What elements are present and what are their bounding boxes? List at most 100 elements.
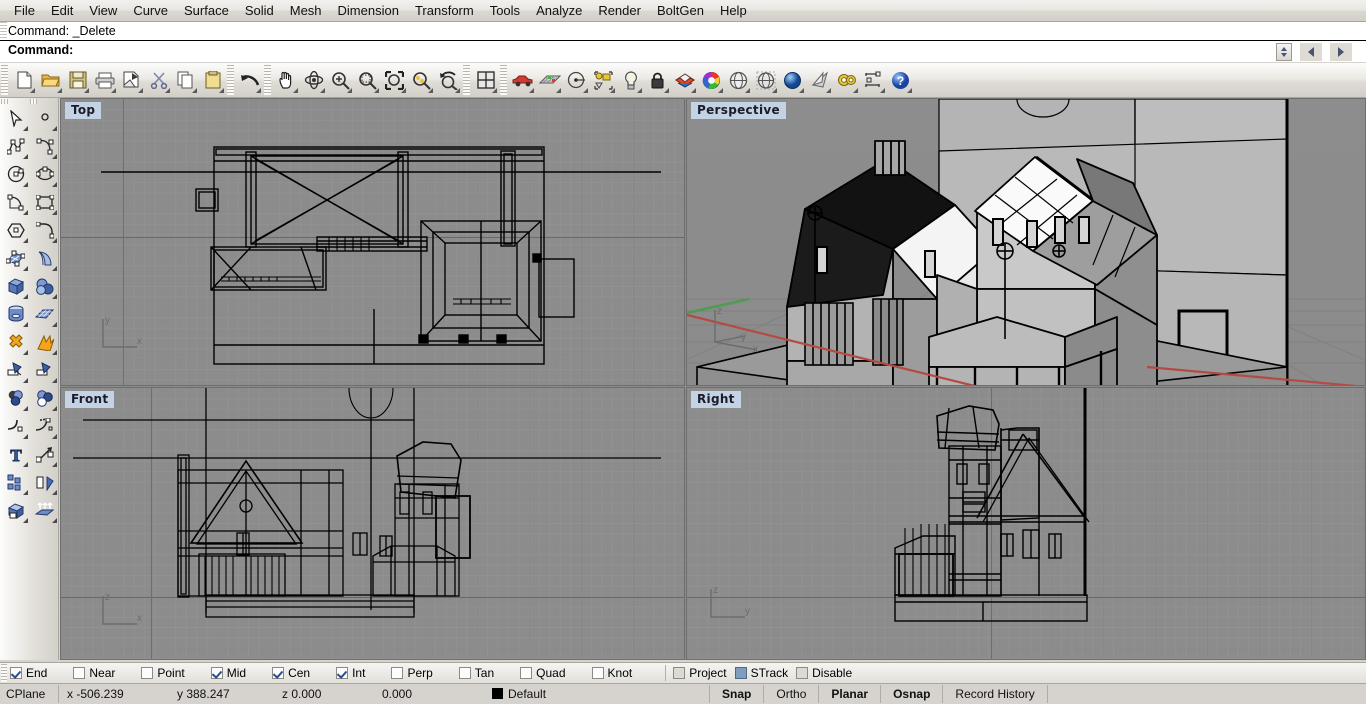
circle-point-icon[interactable]	[563, 66, 590, 94]
mirror-icon[interactable]	[30, 468, 59, 496]
osnap-toggle-quad[interactable]: Quad	[520, 666, 565, 680]
viewport-top[interactable]: y x Top	[60, 98, 685, 386]
group-objects-icon[interactable]	[590, 66, 617, 94]
arc-icon[interactable]	[1, 188, 30, 216]
command-line[interactable]: Command:	[0, 40, 1366, 62]
scale-transform-icon[interactable]	[30, 440, 59, 468]
layers-icon[interactable]	[671, 66, 698, 94]
command-scroll-left[interactable]	[1300, 43, 1322, 61]
checkbox-icon[interactable]	[735, 667, 747, 679]
menu-item-render[interactable]: Render	[590, 1, 649, 20]
osnap-toggle-cen[interactable]: Cen	[272, 666, 310, 680]
scissors-cut-icon[interactable]	[145, 66, 172, 94]
array-icon[interactable]	[1, 468, 30, 496]
menu-item-view[interactable]: View	[81, 1, 125, 20]
curve-fillet-icon[interactable]	[30, 216, 59, 244]
zoom-window-icon[interactable]	[354, 66, 381, 94]
checkbox-icon[interactable]	[336, 667, 348, 679]
toolbar-grip[interactable]	[1, 65, 8, 95]
zoom-extents-icon[interactable]	[381, 66, 408, 94]
menu-item-curve[interactable]: Curve	[125, 1, 176, 20]
surface-sweep-icon[interactable]	[30, 244, 59, 272]
viewport-label-front[interactable]: Front	[65, 391, 114, 408]
osnap-toggle-tan[interactable]: Tan	[459, 666, 494, 680]
box-solid-icon[interactable]	[1, 272, 30, 300]
viewport-label-right[interactable]: Right	[691, 391, 741, 408]
menu-item-edit[interactable]: Edit	[43, 1, 81, 20]
help-icon[interactable]: ?	[887, 66, 914, 94]
polyline-icon[interactable]	[1, 132, 30, 160]
dimension-icon[interactable]	[860, 66, 887, 94]
rectangle-icon[interactable]	[30, 188, 59, 216]
checkbox-icon[interactable]	[459, 667, 471, 679]
menu-item-transform[interactable]: Transform	[407, 1, 482, 20]
menu-item-dimension[interactable]: Dimension	[330, 1, 407, 20]
checkbox-icon[interactable]	[272, 667, 284, 679]
current-layer[interactable]: Default	[484, 687, 554, 701]
boolean-sets-icon[interactable]	[1, 384, 30, 412]
cap-solid-icon[interactable]	[1, 496, 30, 524]
command-history-spinner[interactable]	[1276, 43, 1292, 61]
osnap-toggle-mid[interactable]: Mid	[211, 666, 246, 680]
status-toggle-record-history[interactable]: Record History	[943, 687, 1046, 701]
sphere-shaded-icon[interactable]	[779, 66, 806, 94]
menu-item-file[interactable]: File	[6, 1, 43, 20]
zoom-selected-icon[interactable]	[408, 66, 435, 94]
explode-icon[interactable]	[30, 328, 59, 356]
command-scroll-right[interactable]	[1330, 43, 1352, 61]
menu-item-surface[interactable]: Surface	[176, 1, 237, 20]
menu-item-tools[interactable]: Tools	[482, 1, 528, 20]
polygon-icon[interactable]	[1, 216, 30, 244]
status-toggle-snap[interactable]: Snap	[710, 687, 763, 701]
checkbox-icon[interactable]	[520, 667, 532, 679]
trim-icon[interactable]	[1, 356, 30, 384]
viewport-front[interactable]: z x Front	[60, 387, 685, 660]
sphere-ghosted-icon[interactable]	[752, 66, 779, 94]
osnap-toggle-disable[interactable]: Disable	[796, 666, 852, 680]
osnap-toggle-knot[interactable]: Knot	[592, 666, 633, 680]
surface-mesh-icon[interactable]	[30, 300, 59, 328]
copy-icon[interactable]	[172, 66, 199, 94]
osnap-toggle-project[interactable]: Project	[673, 666, 726, 680]
boolean-union-icon[interactable]	[1, 328, 30, 356]
options-gear-icon[interactable]	[833, 66, 860, 94]
cylinder-icon[interactable]	[1, 300, 30, 328]
menu-item-solid[interactable]: Solid	[237, 1, 282, 20]
pan-hand-icon[interactable]	[273, 66, 300, 94]
viewport-label-perspective[interactable]: Perspective	[691, 102, 786, 119]
osnap-grip[interactable]	[1, 664, 7, 682]
surface-control-points-icon[interactable]	[1, 244, 30, 272]
menu-item-mesh[interactable]: Mesh	[282, 1, 330, 20]
curve-interpolate-icon[interactable]	[30, 132, 59, 160]
checkbox-icon[interactable]	[10, 667, 22, 679]
viewport-layout-icon[interactable]	[472, 66, 499, 94]
viewport-perspective[interactable]: z y x Perspective	[686, 98, 1366, 386]
checkbox-icon[interactable]	[73, 667, 85, 679]
print-icon[interactable]	[91, 66, 118, 94]
osnap-toggle-strack[interactable]: STrack	[735, 666, 789, 680]
save-file-icon[interactable]	[64, 66, 91, 94]
sphere-wireframe-icon[interactable]	[725, 66, 752, 94]
checkbox-icon[interactable]	[211, 667, 223, 679]
cut-plane-icon[interactable]	[118, 66, 145, 94]
status-toggle-ortho[interactable]: Ortho	[764, 687, 818, 701]
ellipse-icon[interactable]	[30, 160, 59, 188]
fillet-curve-icon[interactable]	[1, 412, 30, 440]
mesh-plane-icon[interactable]	[536, 66, 563, 94]
osnap-toggle-point[interactable]: Point	[141, 666, 184, 680]
boolean-difference-icon[interactable]	[30, 384, 59, 412]
checkbox-icon[interactable]	[391, 667, 403, 679]
select-arrow-icon[interactable]	[1, 104, 30, 132]
lock-icon[interactable]	[644, 66, 671, 94]
blend-curve-icon[interactable]	[30, 412, 59, 440]
rotate-view-icon[interactable]	[300, 66, 327, 94]
split-icon[interactable]	[30, 356, 59, 384]
status-toggle-osnap[interactable]: Osnap	[881, 687, 942, 701]
point-object-icon[interactable]	[30, 104, 59, 132]
menu-item-help[interactable]: Help	[712, 1, 755, 20]
viewport-right[interactable]: z y Right	[686, 387, 1366, 660]
zoom-in-icon[interactable]	[327, 66, 354, 94]
osnap-toggle-int[interactable]: Int	[336, 666, 365, 680]
viewport-label-top[interactable]: Top	[65, 102, 101, 119]
sphere-boolean-icon[interactable]	[30, 272, 59, 300]
